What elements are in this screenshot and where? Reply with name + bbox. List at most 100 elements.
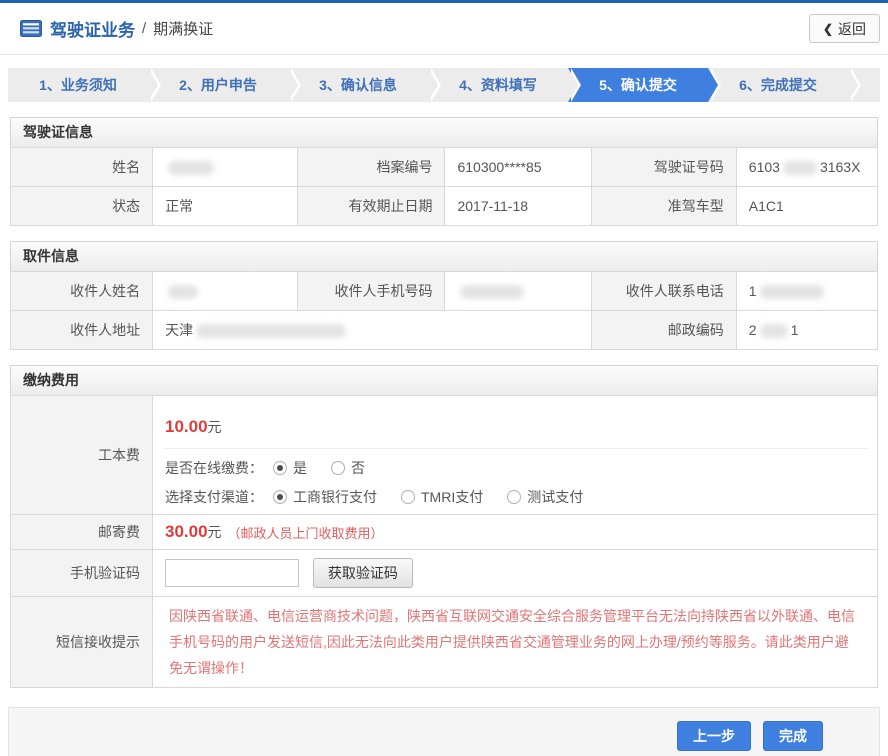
postal-code-value: 21 [736, 311, 877, 350]
recipient-name-value [153, 272, 298, 311]
radio-icon [273, 461, 287, 475]
value-prefix: 2 [749, 322, 757, 338]
back-button-label: 返回 [838, 19, 866, 39]
value-prefix: 1 [749, 283, 757, 299]
online-payment-yes-option[interactable]: 是 [273, 458, 307, 478]
get-code-button[interactable]: 获取验证码 [313, 558, 413, 588]
valid-until-label: 有效期止日期 [298, 187, 445, 226]
sms-notice-text: 因陕西省联通、电信运营商技术问题，陕西省互联网交通安全综合服务管理平台无法向持陕… [153, 597, 878, 688]
step-label: 3、确认信息 [319, 77, 397, 93]
production-fee-label: 工本费 [11, 396, 153, 515]
table-row: 状态 正常 有效期止日期 2017-11-18 准驾车型 A1C1 [11, 187, 878, 226]
channel-test-option[interactable]: 测试支付 [507, 487, 583, 507]
recipient-phone-label: 收件人联系电话 [591, 272, 736, 311]
online-payment-no-option[interactable]: 否 [331, 458, 365, 478]
vehicle-class-label: 准驾车型 [591, 187, 736, 226]
recipient-phone-value: 1 [736, 272, 877, 311]
step-label: 6、完成提交 [739, 77, 817, 93]
option-label: TMRI支付 [421, 487, 483, 507]
table-row: 短信接收提示 因陕西省联通、电信运营商技术问题，陕西省互联网交通安全综合服务管理… [11, 597, 878, 688]
footer-bar: 上一步 完成 [8, 707, 880, 756]
mailing-fee-amount: 30.00 [165, 522, 208, 542]
license-form-icon [20, 20, 42, 37]
radio-icon [401, 490, 415, 504]
radio-icon [331, 461, 345, 475]
value-prefix: 天津 [165, 322, 193, 338]
step-6-complete-submit: 6、完成提交 [708, 68, 848, 102]
sms-notice-label: 短信接收提示 [11, 597, 153, 688]
step-4-fill-data: 4、资料填写 [428, 68, 568, 102]
production-fee-amount: 10.00 [165, 417, 208, 436]
pickup-table: 收件人姓名 收件人手机号码 收件人联系电话 1 收件人地址 天津 邮政编码 21 [10, 271, 878, 350]
option-label: 是 [293, 458, 307, 478]
breadcrumb-current: 期满换证 [153, 18, 213, 39]
license-number-label: 驾驶证号码 [591, 148, 736, 187]
radio-icon [507, 490, 521, 504]
license-section-title: 驾驶证信息 [10, 117, 878, 147]
wizard-steps: 1、业务须知 2、用户申告 3、确认信息 4、资料填写 5、确认提交 6、完成提… [8, 68, 880, 102]
table-row: 收件人姓名 收件人手机号码 收件人联系电话 1 [11, 272, 878, 311]
step-5-confirm-submit: 5、确认提交 [568, 68, 708, 102]
recipient-mobile-label: 收件人手机号码 [298, 272, 445, 311]
redacted-value [760, 285, 824, 299]
license-number-value: 61033163X [736, 148, 877, 187]
fees-table: 工本费 10.00元 是否在线缴费： 是 否 [10, 395, 878, 688]
recipient-mobile-value [445, 272, 591, 311]
mailing-fee-content: 30.00元 （邮政人员上门收取费用） [153, 515, 878, 550]
name-value [153, 148, 298, 187]
channel-tmri-option[interactable]: TMRI支付 [401, 487, 483, 507]
radio-icon [273, 490, 287, 504]
production-fee-unit: 元 [208, 419, 222, 435]
table-row: 收件人地址 天津 邮政编码 21 [11, 311, 878, 350]
step-label: 2、用户申告 [179, 77, 257, 93]
recipient-name-label: 收件人姓名 [11, 272, 153, 311]
mailing-fee-note: （邮政人员上门收取费用） [228, 523, 384, 542]
mailing-fee-line: 30.00元 （邮政人员上门收取费用） [153, 522, 877, 542]
sms-code-input[interactable] [165, 559, 299, 587]
page-title: 驾驶证业务 [50, 16, 135, 41]
online-payment-question: 是否在线缴费： [165, 458, 263, 478]
redacted-value [196, 324, 346, 338]
sms-code-content: 获取验证码 [153, 550, 878, 597]
pickup-info-section: 取件信息 收件人姓名 收件人手机号码 收件人联系电话 1 收件人地址 天津 邮政… [10, 241, 878, 350]
table-row: 手机验证码 获取验证码 [11, 550, 878, 597]
file-number-label: 档案编号 [298, 148, 445, 187]
channel-icbc-option[interactable]: 工商银行支付 [273, 487, 377, 507]
redacted-value [760, 324, 788, 338]
previous-step-button[interactable]: 上一步 [677, 721, 751, 751]
production-fee-content: 10.00元 是否在线缴费： 是 否 选择支付渠道： [153, 396, 878, 515]
production-fee-amount-line: 10.00元 [153, 404, 877, 437]
online-payment-row: 是否在线缴费： 是 否 [153, 449, 877, 478]
license-table: 姓名 档案编号 610300****85 驾驶证号码 61033163X 状态 … [10, 147, 878, 226]
step-1-business-notice: 1、业务须知 [8, 68, 148, 102]
mailing-fee-unit: 元 [208, 522, 222, 542]
back-chevron-icon: ❮ [823, 22, 833, 36]
status-value: 正常 [153, 187, 298, 226]
option-label: 测试支付 [527, 487, 583, 507]
redacted-value [460, 285, 524, 299]
pickup-section-title: 取件信息 [10, 241, 878, 271]
fees-section-title: 缴纳费用 [10, 365, 878, 395]
option-label: 工商银行支付 [293, 487, 377, 507]
breadcrumb-separator: / [142, 20, 146, 37]
postal-code-label: 邮政编码 [591, 311, 736, 350]
value-suffix: 3163X [820, 159, 860, 175]
table-row: 姓名 档案编号 610300****85 驾驶证号码 61033163X [11, 148, 878, 187]
fees-section: 缴纳费用 工本费 10.00元 是否在线缴费： 是 否 [10, 365, 878, 688]
file-number-value: 610300****85 [445, 148, 591, 187]
recipient-address-value: 天津 [153, 311, 591, 350]
vehicle-class-value: A1C1 [736, 187, 877, 226]
step-2-user-declaration: 2、用户申告 [148, 68, 288, 102]
table-row: 工本费 10.00元 是否在线缴费： 是 否 [11, 396, 878, 515]
name-label: 姓名 [11, 148, 153, 187]
license-info-section: 驾驶证信息 姓名 档案编号 610300****85 驾驶证号码 6103316… [10, 117, 878, 226]
redacted-value [168, 285, 198, 299]
valid-until-value: 2017-11-18 [445, 187, 591, 226]
redacted-value [783, 161, 817, 175]
back-button[interactable]: ❮ 返回 [809, 14, 880, 43]
step-3-confirm-info: 3、确认信息 [288, 68, 428, 102]
finish-button[interactable]: 完成 [763, 721, 823, 751]
status-label: 状态 [11, 187, 153, 226]
step-label: 5、确认提交 [599, 77, 677, 93]
step-label: 4、资料填写 [459, 77, 537, 93]
